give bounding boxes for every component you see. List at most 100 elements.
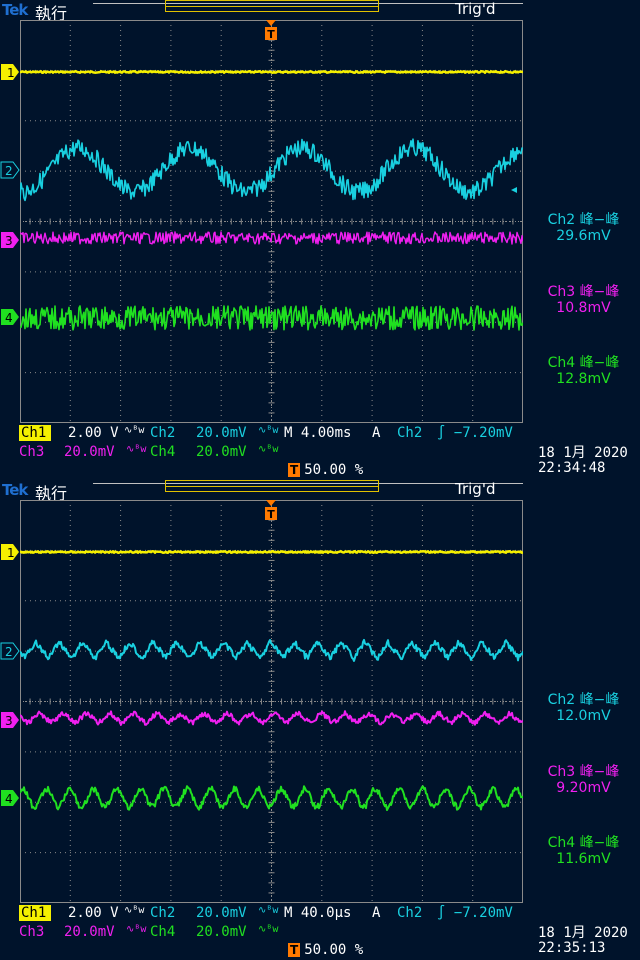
svg-text:2: 2 [5, 164, 13, 178]
ch4-marker[interactable]: 4 [1, 309, 19, 325]
timestamp: 18 1月 2020 22:34:48 [538, 446, 640, 476]
measurement-label: Ch2 峰−峰 [547, 692, 620, 708]
measurement-label: Ch2 峰−峰 [547, 212, 620, 228]
ch4-bw-icon: ∿ᴮw [258, 924, 279, 935]
ch3-bw-icon: ∿ᴮw [126, 924, 147, 935]
ch2-scale[interactable]: 20.0mV [196, 425, 247, 441]
ch1-label[interactable]: Ch1 [19, 905, 51, 921]
ch1-label[interactable]: Ch1 [19, 425, 51, 441]
ch2-label[interactable]: Ch2 [150, 425, 175, 441]
measurement-value: 10.8mV [556, 300, 611, 316]
ch4-bw-icon: ∿ᴮw [258, 444, 279, 455]
svg-text:3: 3 [5, 714, 13, 728]
ch4-waveform [20, 785, 523, 811]
ch2-marker[interactable]: 2 [0, 642, 20, 660]
svg-text:1: 1 [7, 66, 15, 80]
record-window [165, 0, 379, 12]
time: 22:35:13 [538, 940, 606, 956]
measurement-label: Ch3 峰−峰 [547, 284, 620, 300]
measurement-value: 12.8mV [556, 371, 611, 387]
ch1-bw-icon: ∿ᴮw [124, 905, 145, 916]
svg-text:3: 3 [5, 234, 13, 248]
trigger-mode[interactable]: A [372, 425, 380, 441]
ch3-bw-icon: ∿ᴮw [126, 444, 147, 455]
waveform-graticule: T [20, 20, 523, 423]
scope-screen-top: Tek 執行 Trig'd T 1 2 3 4 Ch2 峰−峰 29.6mV C… [0, 0, 640, 480]
measurement-ch2[interactable]: Ch2 峰−峰 29.6mV [527, 212, 640, 244]
channel-markers: 1 2 3 4 [0, 64, 20, 325]
ch4-scale[interactable]: 20.0mV [196, 924, 247, 940]
trigger-position-marker[interactable]: T [265, 20, 277, 41]
header-bar: Tek 執行 Trig'd [0, 0, 640, 23]
channel-markers: 1 2 3 4 [0, 544, 20, 806]
ch3-scale[interactable]: 20.0mV [64, 444, 115, 460]
ch2-scale[interactable]: 20.0mV [196, 905, 247, 921]
trigger-position-readout[interactable]: T 50.00 % [288, 942, 363, 958]
header-bar: Tek 執行 Trig'd [0, 480, 640, 503]
trigger-arrow-icon [266, 20, 276, 26]
ch4-marker[interactable]: 4 [1, 790, 19, 806]
waveform-graticule: T [20, 500, 523, 903]
ch3-marker[interactable]: 3 [1, 232, 19, 248]
date: 18 1月 2020 [538, 445, 628, 461]
ch1-scale[interactable]: 2.00 V [68, 905, 119, 921]
ch4-scale[interactable]: 20.0mV [196, 444, 247, 460]
svg-text:2: 2 [5, 645, 13, 659]
ch3-label[interactable]: Ch3 [19, 924, 44, 940]
measurement-ch3[interactable]: Ch3 峰−峰 10.8mV [527, 284, 640, 316]
trigger-level[interactable]: ∫ −7.20mV [437, 425, 513, 441]
ch2-bw-icon: ∿ᴮw [258, 905, 279, 916]
ch1-waveform [20, 70, 523, 74]
scope-screen-bottom: Tek 執行 Trig'd T 1 2 3 4 Ch2 峰−峰 12.0mV C… [0, 480, 640, 960]
measurement-ch2[interactable]: Ch2 峰−峰 12.0mV [527, 692, 640, 724]
graticule-grid [20, 500, 523, 903]
ch2-label[interactable]: Ch2 [150, 905, 175, 921]
ch2-bw-icon: ∿ᴮw [258, 425, 279, 436]
svg-text:4: 4 [5, 311, 13, 325]
ch3-label[interactable]: Ch3 [19, 444, 44, 460]
trigger-position-value: 50.00 % [304, 462, 364, 478]
measurement-value: 9.20mV [556, 780, 611, 796]
trigger-t-icon: T [288, 943, 301, 957]
ch1-marker[interactable]: 1 [1, 544, 19, 560]
timebase[interactable]: M 40.0µs [284, 905, 351, 921]
trigger-position-value: 50.00 % [304, 942, 364, 958]
ch1-scale[interactable]: 2.00 V [68, 425, 119, 441]
trigger-t-icon: T [288, 463, 301, 477]
measurement-value: 12.0mV [556, 708, 611, 724]
timebase[interactable]: M 4.00ms [284, 425, 351, 441]
brand-logo: Tek [2, 481, 28, 499]
trigger-source[interactable]: Ch2 [397, 425, 422, 441]
date: 18 1月 2020 [538, 925, 628, 941]
trigger-status: Trig'd [455, 0, 496, 18]
ch1-waveform [20, 550, 523, 554]
measurement-label: Ch4 峰−峰 [547, 355, 620, 371]
trigger-t-label: T [267, 28, 275, 41]
trigger-arrow-icon [266, 500, 276, 506]
measurement-value: 29.6mV [556, 228, 611, 244]
measurement-value: 11.6mV [556, 851, 611, 867]
record-window [165, 480, 379, 492]
brand-logo: Tek [2, 1, 28, 19]
trigger-level[interactable]: ∫ −7.20mV [437, 905, 513, 921]
measurement-ch4[interactable]: Ch4 峰−峰 12.8mV [527, 355, 640, 387]
time: 22:34:48 [538, 460, 606, 476]
ch2-marker[interactable]: 2 [0, 161, 20, 179]
ch4-label[interactable]: Ch4 [150, 444, 175, 460]
measurement-ch3[interactable]: Ch3 峰−峰 9.20mV [527, 764, 640, 796]
svg-text:1: 1 [7, 546, 15, 560]
timestamp: 18 1月 2020 22:35:13 [538, 926, 640, 956]
measurement-ch4[interactable]: Ch4 峰−峰 11.6mV [527, 835, 640, 867]
trigger-source[interactable]: Ch2 [397, 905, 422, 921]
trigger-position-readout[interactable]: T 50.00 % [288, 462, 363, 478]
ch3-scale[interactable]: 20.0mV [64, 924, 115, 940]
trigger-t-label: T [267, 508, 275, 521]
graticule-grid [20, 20, 523, 423]
measurement-label: Ch4 峰−峰 [547, 835, 620, 851]
trigger-position-marker[interactable]: T [265, 500, 277, 521]
ch1-bw-icon: ∿ᴮw [124, 425, 145, 436]
trigger-mode[interactable]: A [372, 905, 380, 921]
ch4-label[interactable]: Ch4 [150, 924, 175, 940]
ch3-marker[interactable]: 3 [1, 712, 19, 728]
ch1-marker[interactable]: 1 [1, 64, 19, 80]
